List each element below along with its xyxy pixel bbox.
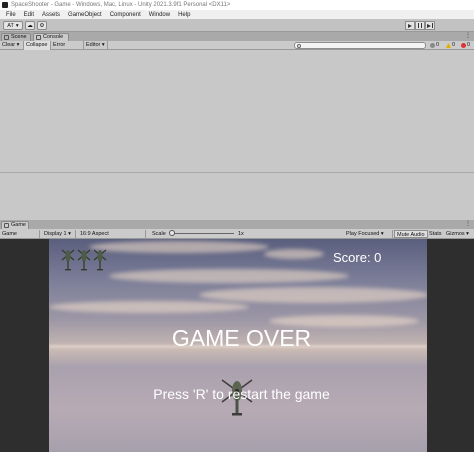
console-icon [36,35,41,40]
clear-button[interactable]: Clear ▾ [0,41,24,50]
editor-dropdown[interactable]: Editor ▾ [84,41,108,50]
menu-assets[interactable]: Assets [38,12,64,18]
account-dropdown[interactable]: AT ▾ [3,21,23,30]
console-detail-pane[interactable] [0,172,474,220]
stats-toggle[interactable]: Stats [427,230,444,238]
tab-console[interactable]: Console [33,33,69,41]
cloud-button[interactable]: ☁ [25,21,35,30]
scale-value: 1x [238,231,244,237]
sky-cloud [109,269,349,283]
sky-cloud [264,249,324,259]
life-helicopter-icon [61,249,75,271]
life-helicopter-icon [77,249,91,271]
sky-cloud [89,241,269,253]
menu-bar: File Edit Assets GameObject Component Wi… [0,10,474,19]
lives-indicator [61,249,107,271]
score-text: Score: 0 [333,250,382,265]
step-button[interactable] [425,21,435,30]
game-tab-row: Game ⋮ [0,220,474,229]
game-view-dropdown[interactable]: Game [0,230,40,238]
tab-game[interactable]: Game [1,221,29,229]
menu-help[interactable]: Help [174,12,194,18]
info-icon [430,43,435,48]
menu-edit[interactable]: Edit [20,12,38,18]
log-counter[interactable]: 0 [430,42,439,49]
error-icon [461,43,466,48]
collapse-toggle[interactable]: Collapse [24,41,51,50]
scale-slider[interactable] [172,233,234,234]
settings-button[interactable]: ⚙ [37,21,47,30]
play-focused-dropdown[interactable]: Play Focused ▾ [344,230,393,238]
display-dropdown[interactable]: Display 1 ▾ [42,230,76,238]
console-search-input[interactable] [294,42,426,49]
gizmos-dropdown[interactable]: Gizmos ▾ [444,230,471,238]
error-pause-toggle[interactable]: Error Pause [51,41,84,57]
scale-label: Scale [152,231,166,237]
main-toolbar: AT ▾ ☁ ⚙ [0,19,474,32]
upper-tab-row: Scene Console ⋮ [0,32,474,41]
menu-file[interactable]: File [2,12,20,18]
sky-cloud [199,287,427,303]
sky-cloud [49,301,249,313]
tab-scene-label: Scene [11,34,27,40]
mute-audio-toggle[interactable]: Mute Audio [394,230,428,238]
play-icon [408,23,412,28]
editor-label: Editor [86,42,101,48]
restart-hint-text: Press 'R' to restart the game [153,386,330,402]
scene-icon [4,35,9,40]
more-options-icon[interactable]: ⋮ [465,220,471,227]
step-icon [427,23,431,28]
game-icon [4,223,9,228]
tab-console-label: Console [43,34,64,40]
menu-window[interactable]: Window [145,12,174,18]
play-button[interactable] [405,21,415,30]
pause-button[interactable] [415,21,425,30]
pause-icon [418,23,422,28]
gear-icon: ⚙ [39,22,45,29]
menu-component[interactable]: Component [106,12,145,18]
life-helicopter-icon [93,249,107,271]
chevron-down-icon: ▾ [15,22,19,29]
tab-game-label: Game [11,222,26,228]
window-title: SpaceShooter - Game - Windows, Mac, Linu… [11,2,231,8]
game-view[interactable]: Score: 0 GAME OVER Press 'R' to restart … [49,239,427,452]
warning-icon [446,43,451,48]
playmode-controls [405,21,435,30]
clear-label: Clear [2,42,16,48]
more-options-icon[interactable]: ⋮ [465,32,471,39]
error-counter[interactable]: 0 [461,42,470,49]
account-label: AT [7,22,14,29]
tab-scene[interactable]: Scene [1,33,31,41]
game-over-text: GAME OVER [171,325,312,351]
game-toolbar: Game Display 1 ▾ 16:9 Aspect Scale 1x Pl… [0,229,474,239]
aspect-dropdown[interactable]: 16:9 Aspect [78,230,146,238]
cloud-icon: ☁ [27,22,33,29]
scale-slider-knob[interactable] [169,230,175,236]
search-icon [297,44,301,48]
unity-logo-icon [2,2,8,8]
window-title-bar: SpaceShooter - Game - Windows, Mac, Linu… [0,0,474,10]
warning-counter[interactable]: 0 [446,42,455,49]
console-toolbar: Clear ▾ Collapse Error Pause Editor ▾ 0 … [0,41,474,57]
menu-gameobject[interactable]: GameObject [64,12,106,18]
